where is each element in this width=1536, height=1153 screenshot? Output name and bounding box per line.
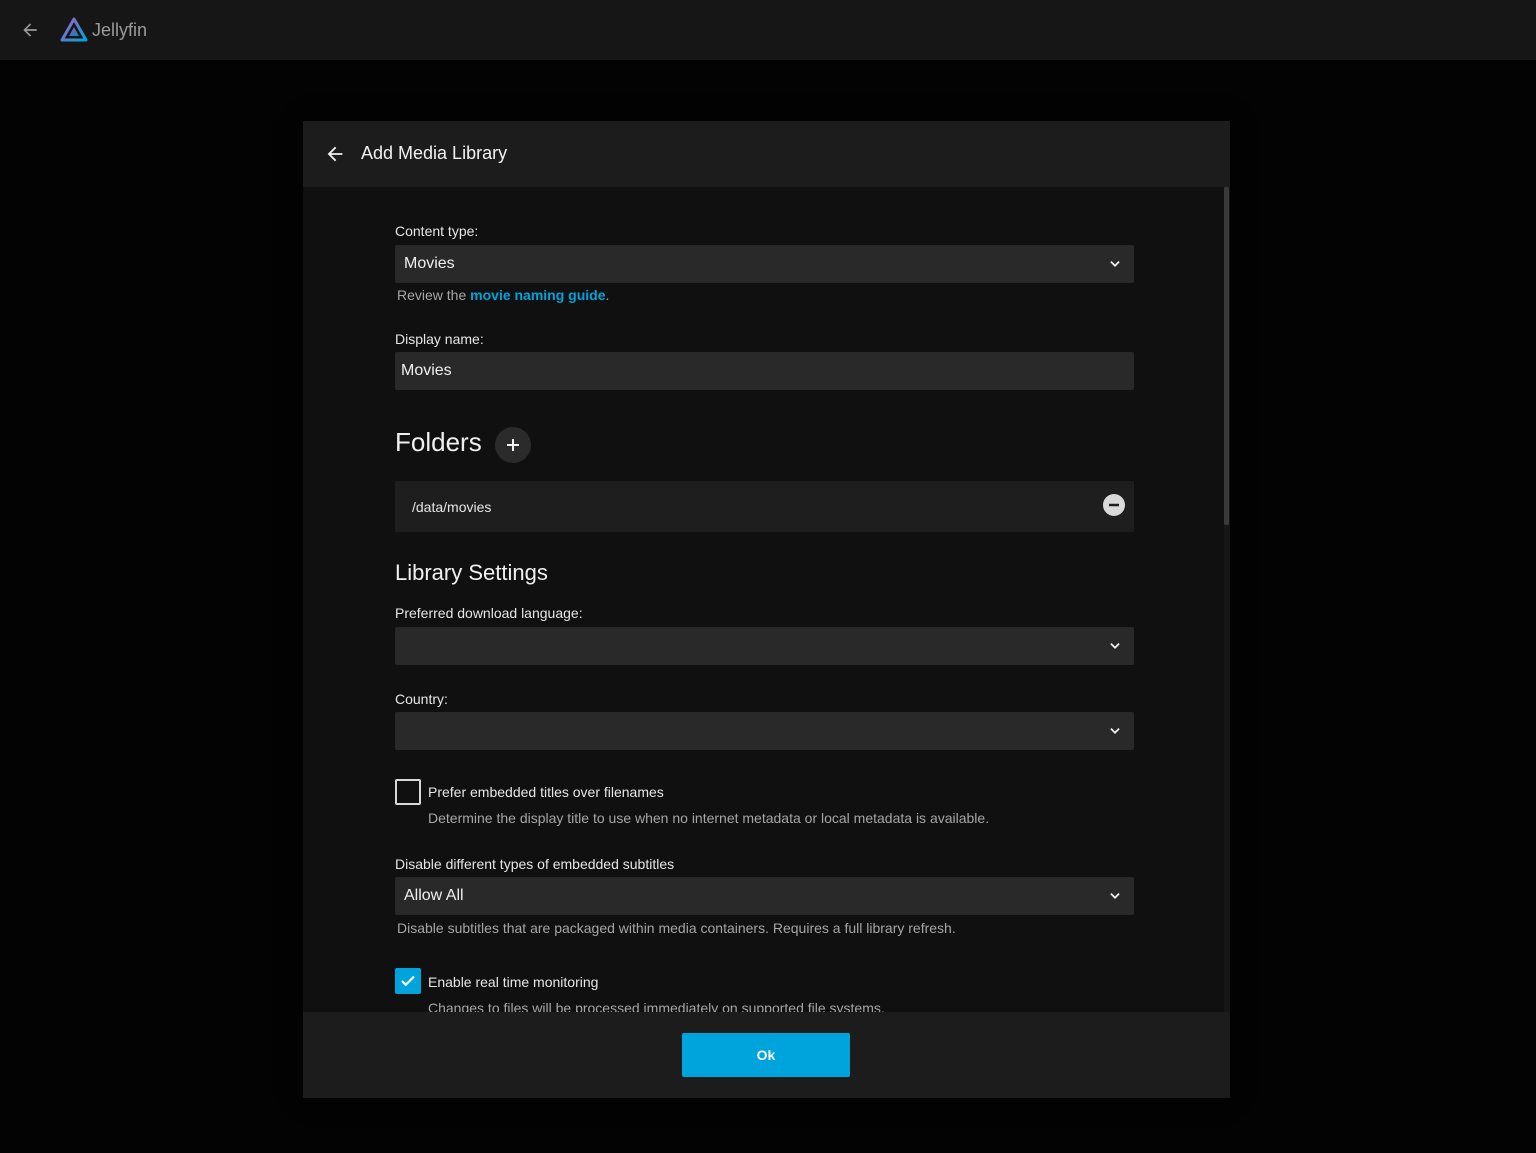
embedded-subtitles-help: Disable subtitles that are packaged with… [397,920,956,936]
checkmark-icon [401,975,415,987]
scrollbar-thumb[interactable] [1224,187,1229,525]
app-header: Jellyfin [0,0,1536,60]
content-type-help: Review the movie naming guide. [397,287,609,303]
language-select[interactable] [395,627,1134,665]
arrow-left-icon [327,146,343,162]
minus-icon [1109,503,1119,507]
embedded-subtitles-value: Allow All [404,887,464,904]
add-media-library-dialog: Add Media Library Content type: Movies R… [303,121,1230,1098]
realtime-monitoring-checkbox[interactable] [395,968,421,994]
chevron-down-icon [1106,637,1124,655]
folders-heading: Folders [395,427,482,457]
country-label: Country: [395,691,448,707]
jellyfin-logo-icon [60,17,88,42]
remove-folder-button[interactable] [1103,494,1125,516]
dialog-footer: Ok [303,1012,1230,1098]
ok-button[interactable]: Ok [682,1033,850,1077]
app-name: Jellyfin [92,19,148,40]
add-folder-button[interactable] [495,427,531,463]
prefer-embedded-titles-checkbox[interactable] [395,779,421,805]
plus-icon [507,439,519,451]
embedded-subtitles-label: Disable different types of embedded subt… [395,856,675,872]
prefer-embedded-titles-help: Determine the display title to use when … [428,810,990,826]
content-type-value: Movies [404,255,455,272]
content-type-select[interactable]: Movies [395,245,1134,283]
country-select[interactable] [395,712,1134,750]
folder-item: /data/movies [395,481,1134,532]
chevron-down-icon [1106,255,1124,273]
chevron-down-icon [1106,887,1124,905]
embedded-subtitles-select[interactable]: Allow All [395,877,1134,915]
movie-naming-guide-link[interactable]: movie naming guide [470,287,605,303]
realtime-monitoring-help: Changes to files will be processed immed… [428,1000,885,1012]
library-settings-heading: Library Settings [395,560,548,585]
realtime-monitoring-label[interactable]: Enable real time monitoring [428,974,598,990]
folder-path: /data/movies [412,498,492,515]
header-back-button[interactable] [16,16,44,44]
content-type-label: Content type: [395,223,479,239]
jellyfin-logo[interactable]: Jellyfin [60,15,147,45]
dialog-back-button[interactable] [321,140,349,168]
content-type-help-text: Review the [397,287,471,303]
chevron-down-icon [1106,722,1124,740]
dialog-header: Add Media Library [303,121,1230,187]
content-type-help-suffix: . [605,287,610,303]
display-name-input[interactable]: Movies [395,352,1134,390]
display-name-value: Movies [401,362,452,379]
dialog-title: Add Media Library [361,143,508,163]
display-name-label: Display name: [395,331,484,347]
arrow-left-icon [23,23,37,37]
language-label: Preferred download language: [395,605,583,621]
prefer-embedded-titles-label[interactable]: Prefer embedded titles over filenames [428,784,664,800]
dialog-scroll-content[interactable]: Content type: Movies Review the movie na… [303,187,1230,1012]
